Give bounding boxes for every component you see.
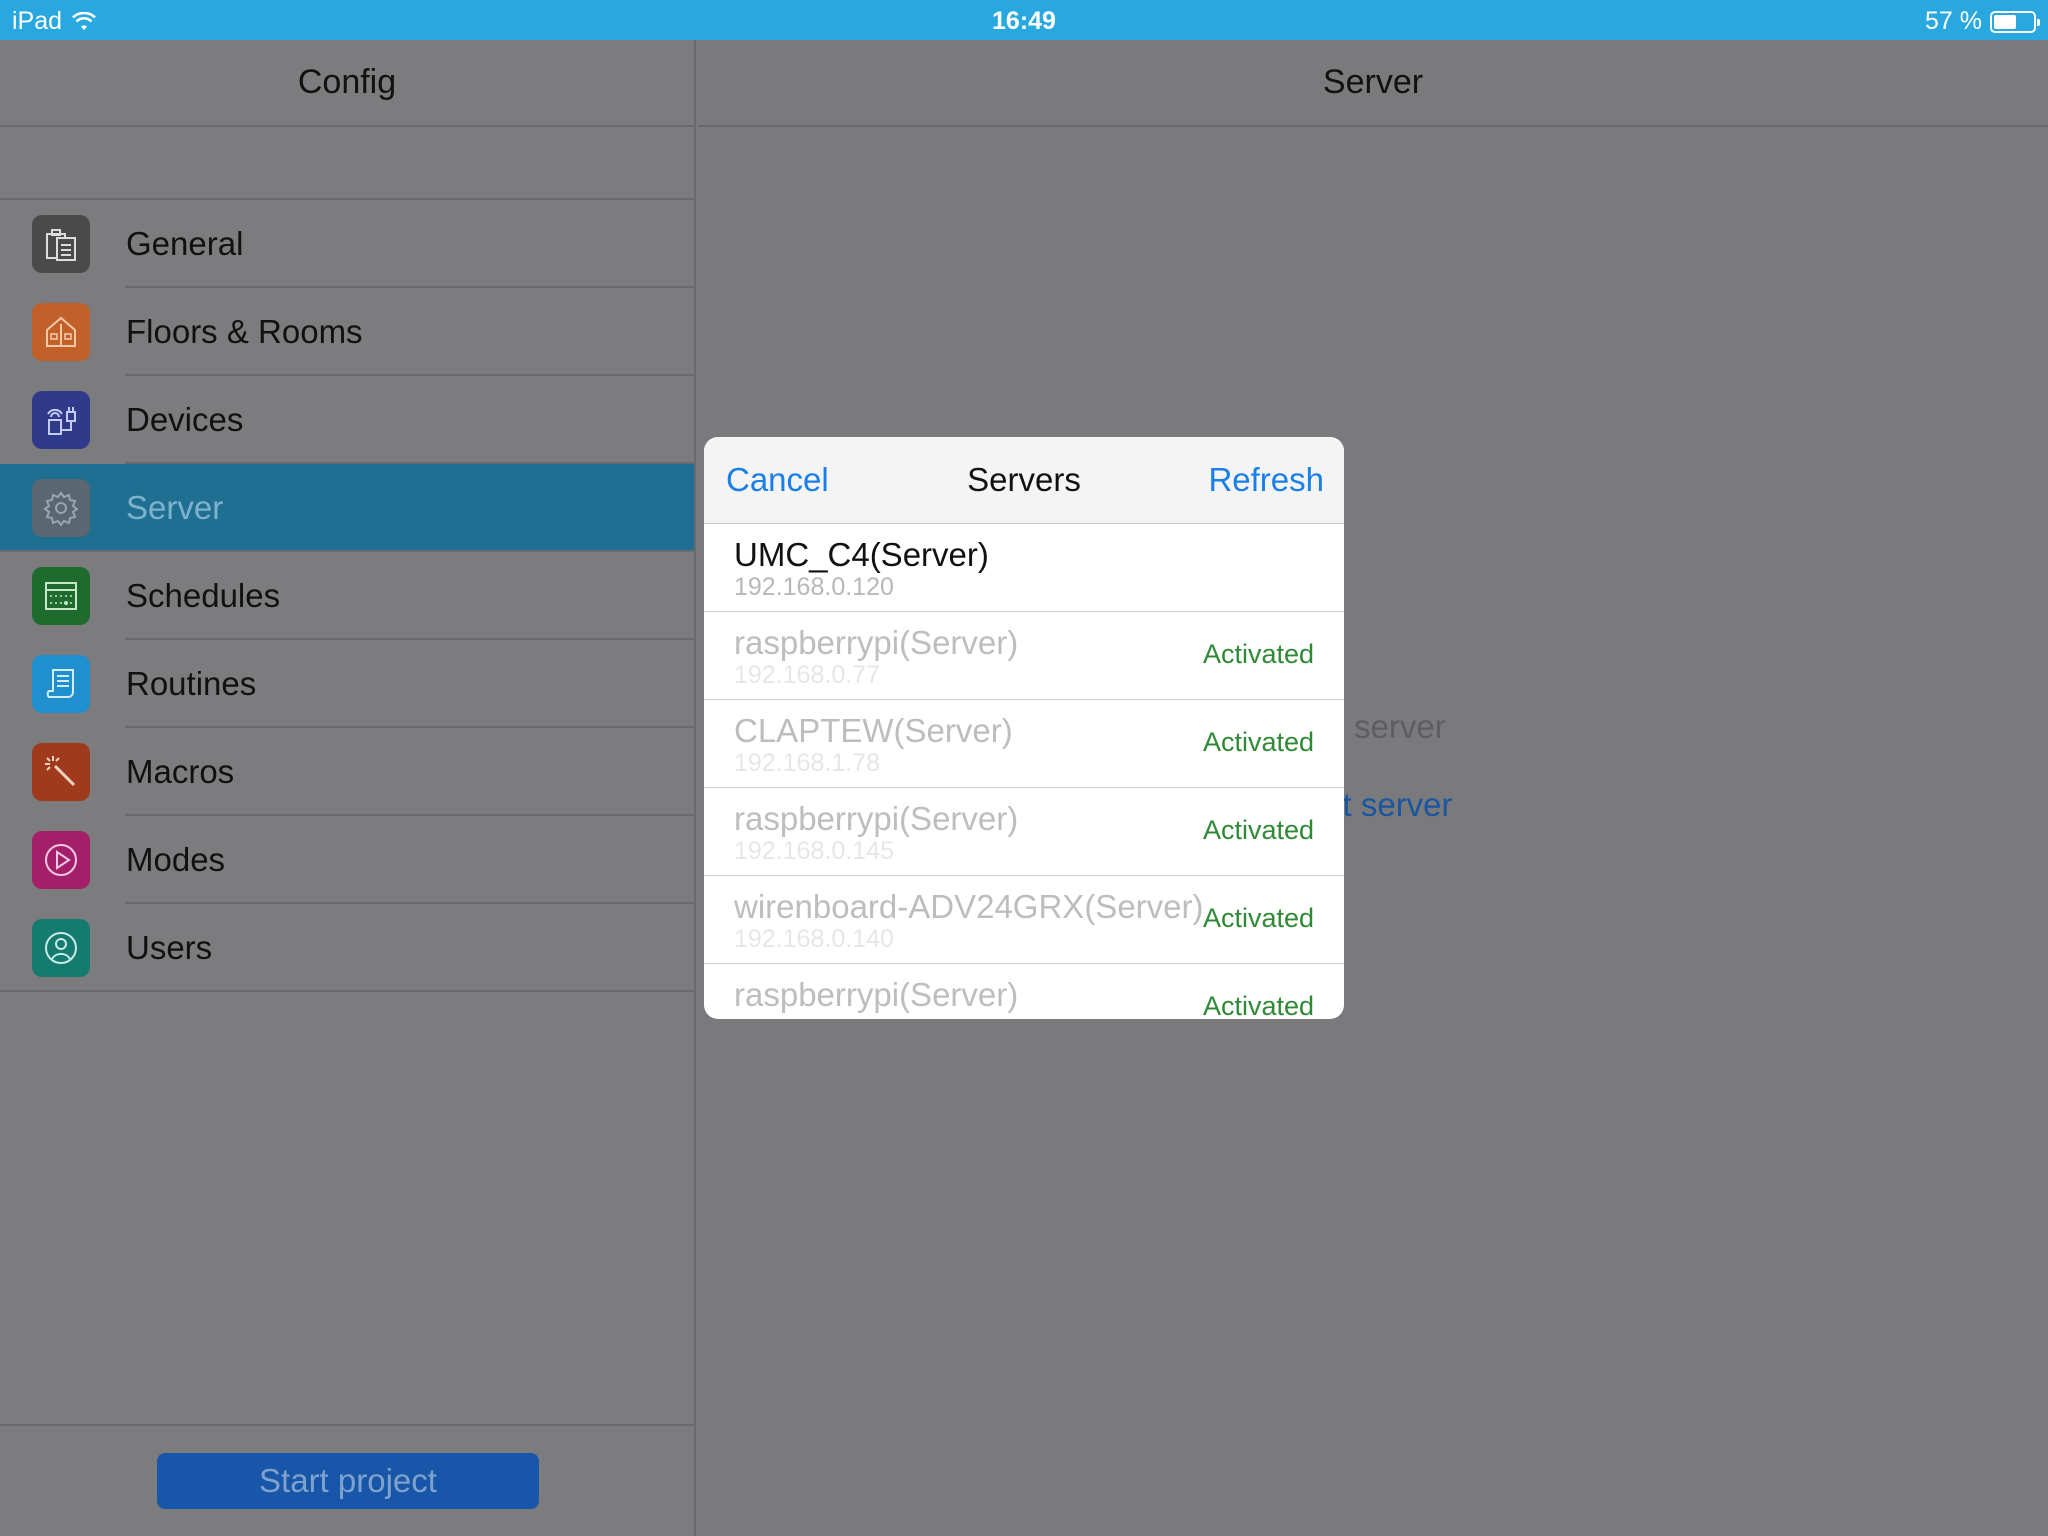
menu-label: Modes (126, 841, 226, 878)
server-ip: 192.168.0.120 (734, 573, 894, 601)
server-name: raspberrypi(Server) (734, 976, 1019, 1013)
menu-item-modes[interactable]: Modes (0, 816, 694, 904)
server-name: wirenboard-ADV24GRX(Server) (734, 888, 1204, 925)
user-icon (32, 919, 90, 977)
server-name: raspberrypi(Server) (734, 800, 1019, 837)
menu-item-routines[interactable]: Routines (0, 640, 694, 728)
config-title: Config (0, 40, 694, 127)
servers-popover: Cancel Servers Refresh UMC_C4(Server) 19… (704, 437, 1344, 1019)
server-list: UMC_C4(Server) 192.168.0.120 raspberrypi… (704, 524, 1344, 1019)
menu-label: Server (126, 489, 224, 526)
config-panel: Config General Floors & Rooms Devices Se… (0, 40, 696, 1536)
menu-label: Schedules (126, 577, 281, 614)
server-status: Activated (1202, 903, 1314, 933)
magic-wand-icon (32, 743, 90, 801)
server-status: Activated (1202, 639, 1314, 669)
server-row[interactable]: raspberrypi(Server) Activated (704, 964, 1344, 1019)
menu-item-macros[interactable]: Macros (0, 728, 694, 816)
start-project-button[interactable]: Start project (157, 1453, 539, 1509)
bottom-toolbar: Start project (0, 1424, 694, 1536)
server-row[interactable]: CLAPTEW(Server) 192.168.1.78 Activated (704, 700, 1344, 788)
server-ip: 192.168.0.145 (734, 837, 894, 865)
menu-item-devices[interactable]: Devices (0, 376, 694, 464)
menu-item-general[interactable]: General (0, 200, 694, 288)
server-ip: 192.168.0.77 (734, 661, 880, 689)
config-menu: General Floors & Rooms Devices Server Sc… (0, 198, 694, 992)
play-circle-icon (32, 831, 90, 889)
menu-label: Macros (126, 753, 235, 790)
gear-icon (32, 479, 90, 537)
house-icon (32, 303, 90, 361)
menu-label: Floors & Rooms (126, 313, 363, 350)
server-title: Server (698, 40, 2048, 127)
popover-header: Cancel Servers Refresh (704, 437, 1344, 524)
menu-label: Users (126, 929, 213, 966)
menu-label: Devices (126, 401, 244, 438)
menu-item-server[interactable]: Server (0, 464, 694, 552)
server-status: Activated (1202, 991, 1314, 1019)
menu-item-floors-rooms[interactable]: Floors & Rooms (0, 288, 694, 376)
select-server-link[interactable]: ct server (1326, 786, 1453, 824)
server-ip: 192.168.0.140 (734, 925, 894, 953)
devices-icon (32, 391, 90, 449)
server-ip: 192.168.1.78 (734, 749, 880, 777)
no-server-text: server (1354, 708, 1446, 745)
refresh-button[interactable]: Refresh (1208, 461, 1324, 499)
menu-item-users[interactable]: Users (0, 904, 694, 992)
battery-icon (1990, 10, 2040, 33)
server-row[interactable]: raspberrypi(Server) 192.168.0.145 Activa… (704, 788, 1344, 876)
server-row[interactable]: wirenboard-ADV24GRX(Server) 192.168.0.14… (704, 876, 1344, 964)
menu-label: General (126, 225, 244, 262)
server-row[interactable]: raspberrypi(Server) 192.168.0.77 Activat… (704, 612, 1344, 700)
server-name: CLAPTEW(Server) (734, 712, 1013, 749)
menu-item-schedules[interactable]: Schedules (0, 552, 694, 640)
status-bar: iPad 16:49 57 % (0, 0, 2048, 40)
clipboard-icon (32, 215, 90, 273)
battery-percent: 57 % (1925, 7, 1982, 35)
calendar-icon (32, 567, 90, 625)
clock: 16:49 (992, 7, 1056, 35)
server-row[interactable]: UMC_C4(Server) 192.168.0.120 (704, 524, 1344, 612)
server-name: raspberrypi(Server) (734, 624, 1019, 661)
server-status: Activated (1202, 815, 1314, 845)
scroll-icon (32, 655, 90, 713)
server-name: UMC_C4(Server) (734, 536, 989, 573)
server-status: Activated (1202, 727, 1314, 757)
menu-label: Routines (126, 665, 257, 702)
